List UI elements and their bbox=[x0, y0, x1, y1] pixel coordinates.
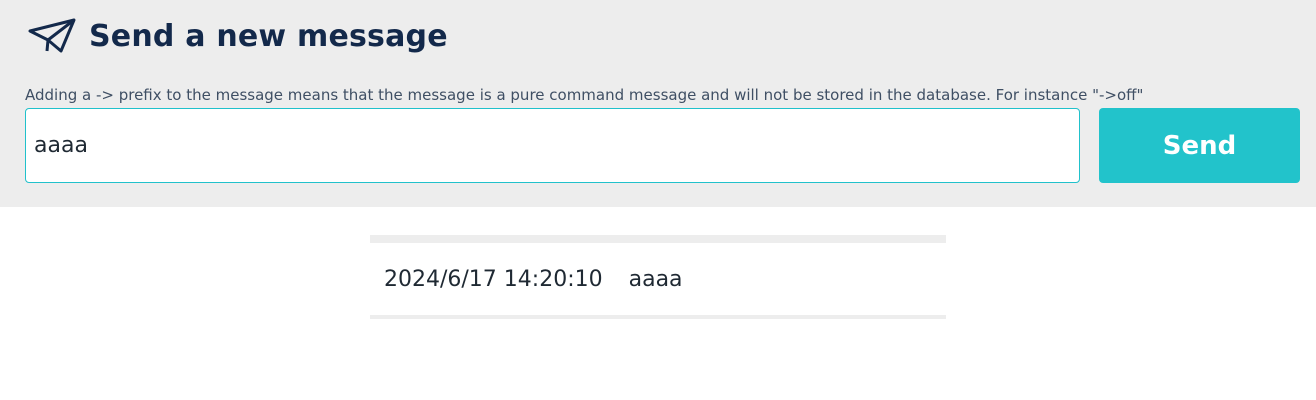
list-item: 2024/6/17 14:20:10 aaaa bbox=[370, 243, 946, 319]
message-timestamp: 2024/6/17 14:20:10 bbox=[384, 266, 603, 292]
send-button[interactable]: Send bbox=[1099, 108, 1300, 183]
send-message-panel: Send a new message Adding a -> prefix to… bbox=[0, 0, 1316, 207]
command-prefix-hint: Adding a -> prefix to the message means … bbox=[25, 86, 1144, 104]
list-divider bbox=[370, 235, 946, 243]
panel-header: Send a new message bbox=[28, 16, 448, 56]
message-list: 2024/6/17 14:20:10 aaaa bbox=[370, 235, 946, 319]
paper-plane-icon bbox=[28, 18, 76, 54]
message-text: aaaa bbox=[628, 266, 683, 292]
page-title: Send a new message bbox=[89, 18, 448, 54]
message-input[interactable] bbox=[25, 108, 1080, 183]
